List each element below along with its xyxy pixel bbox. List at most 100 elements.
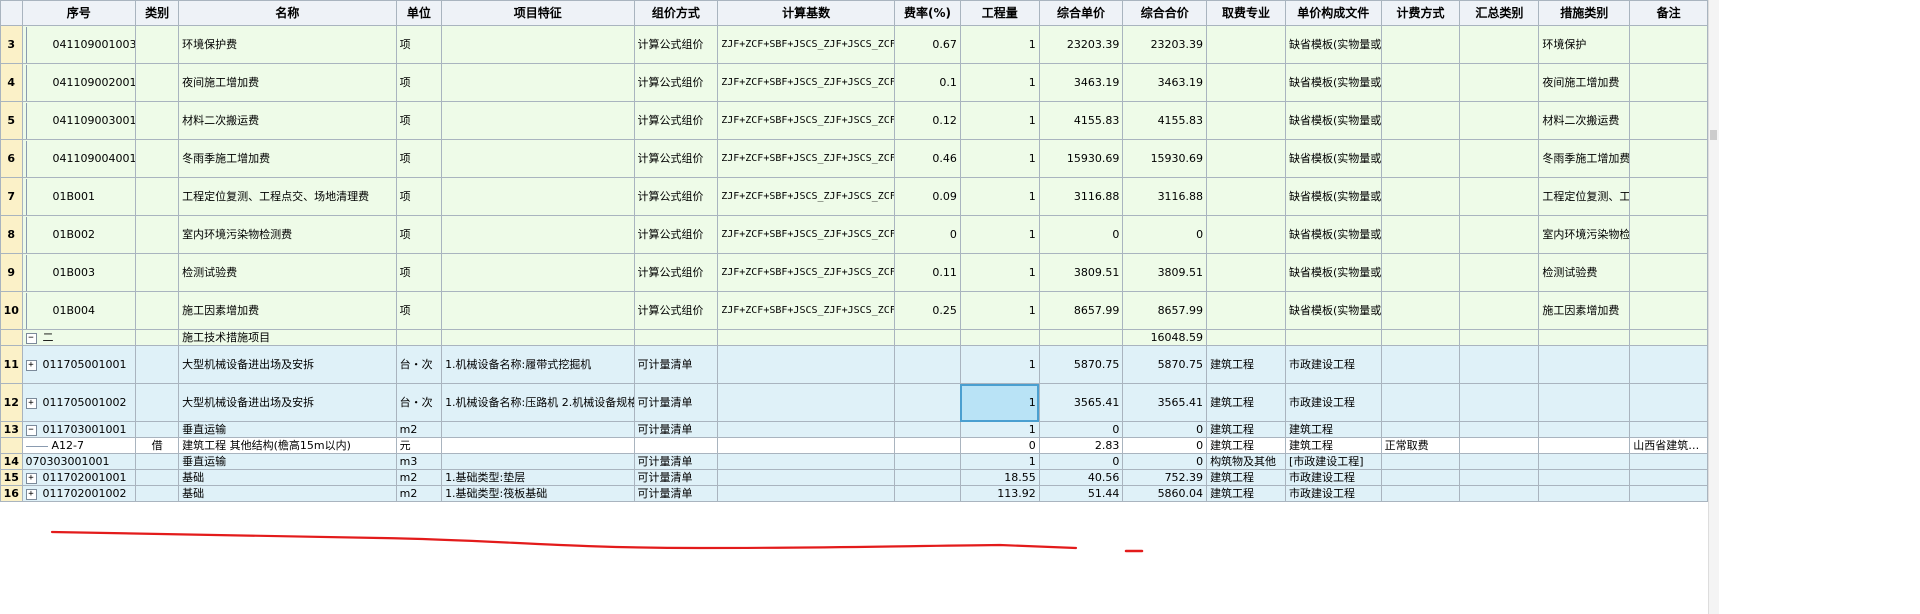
cell-method[interactable]: 计算公式组价 xyxy=(633,253,719,292)
table-row[interactable]: 8 01B002 室内环境污染物检测费项计算公式组价 ZJF+ZCF+SBF+JSCS… xyxy=(0,215,1708,254)
table-row[interactable]: 14 070303001001 垂直运输 m3 可计量清单 1 0 0 构筑物及其他 [市政建设工… xyxy=(0,453,1708,470)
cell-cat[interactable] xyxy=(135,453,180,470)
header-sumcat[interactable]: 汇总类别 xyxy=(1459,0,1540,26)
cell-sumcat[interactable] xyxy=(1459,101,1540,140)
cell-file[interactable]: 建筑工程 xyxy=(1284,437,1382,454)
cell-price[interactable]: 5870.75 xyxy=(1038,345,1124,384)
cell-cat[interactable] xyxy=(135,329,180,346)
cell-file[interactable]: 缺省模板(实物量或计算公式组价) xyxy=(1284,291,1382,330)
table-row[interactable]: − 二 施工技术措施项目 16048.59 xyxy=(0,329,1708,346)
cell-qty[interactable]: 18.55 xyxy=(959,469,1040,486)
cell-code[interactable]: 041109003001 xyxy=(21,101,137,140)
cell-price[interactable]: 0 xyxy=(1038,453,1124,470)
cell-total[interactable]: 8657.99 xyxy=(1122,291,1208,330)
cell-file[interactable]: 缺省模板(实物量或计算公式组价) xyxy=(1284,25,1382,64)
cell-sumcat[interactable] xyxy=(1459,345,1540,384)
cell-cat[interactable] xyxy=(135,291,180,330)
cell-name[interactable]: 垂直运输 xyxy=(178,421,397,438)
cell-feature[interactable] xyxy=(441,421,635,438)
header-method[interactable]: 组价方式 xyxy=(633,0,719,26)
cell-prof[interactable]: 建筑工程 xyxy=(1206,437,1286,454)
row-number[interactable]: 3 xyxy=(0,25,23,64)
measures-grid[interactable]: 序号 类别 名称 单位 项目特征 组价方式 计算基数 费率(%) 工程量 综合单价 综合合价 取费专业… xyxy=(0,0,1708,502)
cell-sumcat[interactable] xyxy=(1459,139,1540,178)
cell-feature[interactable] xyxy=(441,101,635,140)
table-row[interactable]: 4 041109002001 夜间施工增加费项计算公式组价 ZJF+ZCF+SBF+J… xyxy=(0,63,1708,102)
cell-feature[interactable] xyxy=(441,25,635,64)
cell-unit[interactable]: 项 xyxy=(395,253,443,292)
cell-charge[interactable] xyxy=(1380,25,1461,64)
cell-total[interactable]: 3809.51 xyxy=(1122,253,1208,292)
cell-measure[interactable] xyxy=(1538,383,1631,422)
table-row[interactable]: 12 +011705001002 大型机械设备进出场及安拆 台・次 1.机械设备名称:压… xyxy=(0,383,1708,422)
cell-feature[interactable]: 1.机械设备名称:履带式挖掘机 xyxy=(441,345,635,384)
cell-name[interactable]: 环境保护费 xyxy=(178,25,397,64)
cell-base[interactable]: ZJF+ZCF+SBF+JSCS_ZJF+JSCS_ZCF+JSCS_SBF-F… xyxy=(717,25,896,64)
header-corner[interactable] xyxy=(0,0,23,26)
cell-qty[interactable]: 1 xyxy=(959,383,1040,422)
cell-charge[interactable] xyxy=(1380,215,1461,254)
cell-note[interactable] xyxy=(1629,345,1708,384)
cell-code[interactable]: 01B004 xyxy=(21,291,137,330)
cell-name[interactable]: 基础 xyxy=(178,469,397,486)
cell-note[interactable]: 山西省建筑… xyxy=(1629,437,1708,454)
cell-price[interactable]: 3565.41 xyxy=(1038,383,1124,422)
header-measure[interactable]: 措施类别 xyxy=(1538,0,1631,26)
cell-base[interactable] xyxy=(717,485,896,502)
header-feature[interactable]: 项目特征 xyxy=(441,0,635,26)
cell-feature[interactable] xyxy=(441,253,635,292)
cell-measure[interactable]: 夜间施工增加费 xyxy=(1538,63,1631,102)
cell-total[interactable]: 752.39 xyxy=(1122,469,1208,486)
cell-code[interactable]: 01B001 xyxy=(21,177,137,216)
header-price[interactable]: 综合单价 xyxy=(1038,0,1124,26)
cell-measure[interactable] xyxy=(1538,485,1631,502)
cell-total[interactable]: 0 xyxy=(1122,437,1208,454)
cell-charge[interactable] xyxy=(1380,291,1461,330)
cell-rate[interactable] xyxy=(894,329,961,346)
cell-method[interactable]: 计算公式组价 xyxy=(633,63,719,102)
cell-prof[interactable] xyxy=(1206,215,1286,254)
cell-code[interactable]: 041109004001 xyxy=(21,139,137,178)
cell-name[interactable]: 基础 xyxy=(178,485,397,502)
cell-feature[interactable]: 1.基础类型:垫层 xyxy=(441,469,635,486)
table-row[interactable]: 5 041109003001 材料二次搬运费项计算公式组价 ZJF+ZCF+SBF+J… xyxy=(0,101,1708,140)
cell-rate[interactable] xyxy=(894,383,961,422)
cell-feature[interactable]: 1.机械设备名称:压路机 2.机械设备规格型号:提升质量25t xyxy=(441,383,635,422)
cell-note[interactable] xyxy=(1629,485,1708,502)
cell-price[interactable] xyxy=(1038,329,1124,346)
cell-charge[interactable] xyxy=(1380,469,1461,486)
cell-base[interactable] xyxy=(717,469,896,486)
cell-note[interactable] xyxy=(1629,421,1708,438)
cell-qty[interactable]: 1 xyxy=(959,215,1040,254)
cell-base[interactable]: ZJF+ZCF+SBF+JSCS_ZJF+JSCS_ZCF+JSCS_SBF-F… xyxy=(717,215,896,254)
row-number[interactable]: 11 xyxy=(0,345,23,384)
cell-base[interactable] xyxy=(717,437,896,454)
cell-prof[interactable]: 建筑工程 xyxy=(1206,345,1286,384)
cell-qty[interactable]: 1 xyxy=(959,345,1040,384)
cell-name[interactable]: 工程定位复测、工程点交、场地清理费 xyxy=(178,177,397,216)
cell-code[interactable]: +011705001002 xyxy=(21,383,137,422)
cell-code[interactable]: +011702001001 xyxy=(21,469,137,486)
cell-method[interactable] xyxy=(633,329,719,346)
cell-code[interactable]: A12-7 xyxy=(21,437,137,454)
cell-rate[interactable] xyxy=(894,421,961,438)
cell-sumcat[interactable] xyxy=(1459,453,1540,470)
cell-measure[interactable] xyxy=(1538,469,1631,486)
cell-method[interactable]: 可计量清单 xyxy=(633,469,719,486)
cell-total[interactable]: 4155.83 xyxy=(1122,101,1208,140)
collapse-icon[interactable]: − xyxy=(25,332,37,344)
cell-sumcat[interactable] xyxy=(1459,329,1540,346)
cell-feature[interactable] xyxy=(441,63,635,102)
cell-cat[interactable] xyxy=(135,485,180,502)
cell-feature[interactable]: 1.基础类型:筏板基础 xyxy=(441,485,635,502)
scrollbar-thumb[interactable] xyxy=(1710,130,1717,140)
cell-qty[interactable]: 1 xyxy=(959,177,1040,216)
cell-code[interactable]: −011703001001 xyxy=(21,421,137,438)
cell-prof[interactable] xyxy=(1206,63,1286,102)
cell-method[interactable]: 计算公式组价 xyxy=(633,25,719,64)
cell-name[interactable]: 施工技术措施项目 xyxy=(178,329,397,346)
cell-base[interactable] xyxy=(717,329,896,346)
cell-prof[interactable] xyxy=(1206,25,1286,64)
cell-unit[interactable]: m3 xyxy=(395,453,443,470)
cell-note[interactable] xyxy=(1629,469,1708,486)
